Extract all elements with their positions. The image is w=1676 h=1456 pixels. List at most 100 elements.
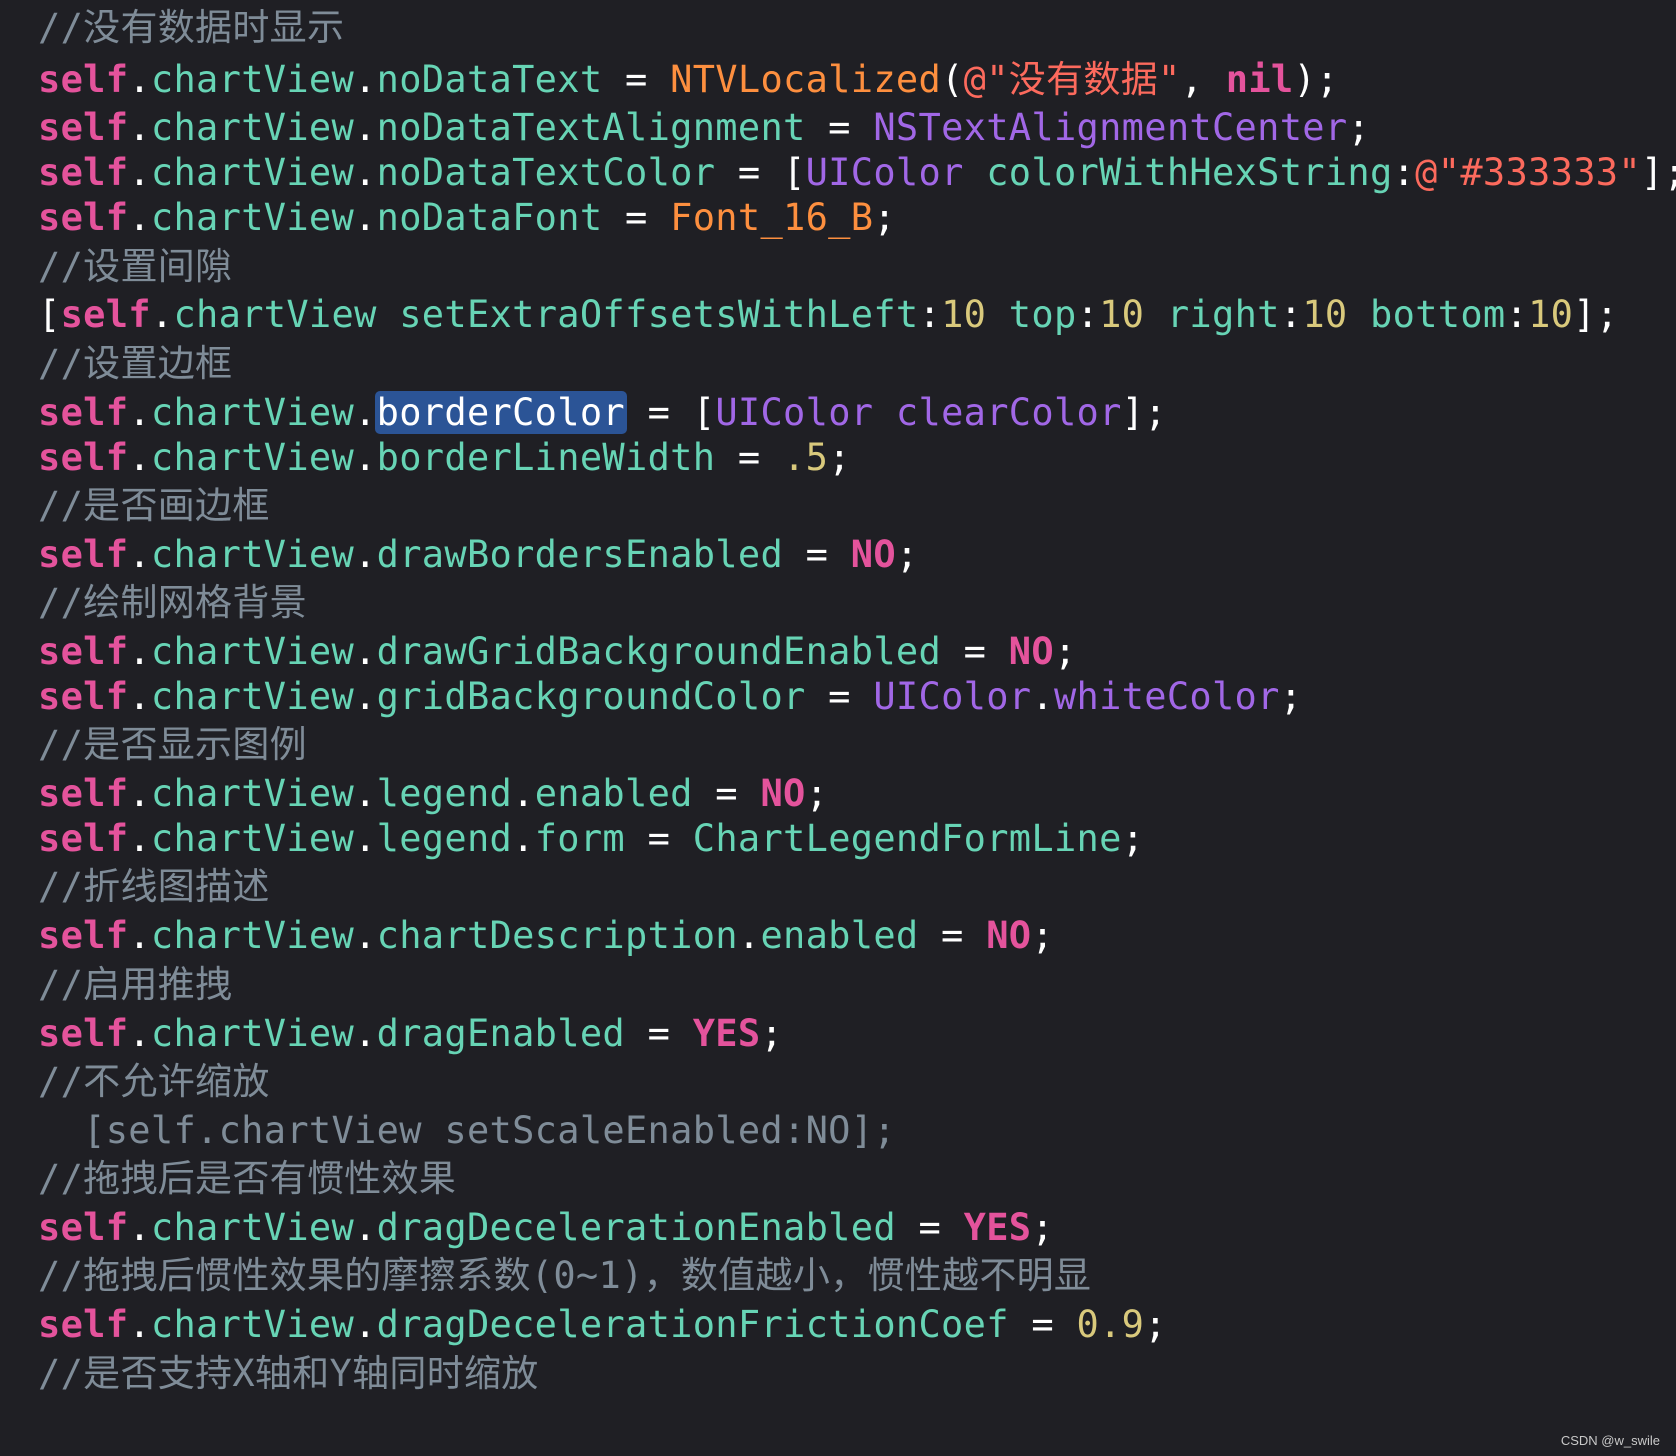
code-line[interactable]: self.chartView.borderLineWidth = .5; <box>38 433 851 483</box>
code-token: noDataFont <box>376 196 603 239</box>
code-token: enabled <box>534 772 693 815</box>
code-token: NO <box>760 772 806 815</box>
code-token: right <box>1166 293 1280 336</box>
code-line[interactable]: //设置间隙 <box>38 242 232 292</box>
code-line[interactable]: //是否画边框 <box>38 481 270 531</box>
code-line[interactable]: self.chartView.noDataText = NTVLocalized… <box>38 55 1339 105</box>
code-line[interactable]: //是否显示图例 <box>38 720 307 770</box>
code-token: chartView <box>150 914 355 957</box>
code-token: . <box>150 293 174 336</box>
code-line[interactable]: self.chartView.chartDescription.enabled … <box>38 911 1054 961</box>
code-token: ; <box>1031 1206 1054 1249</box>
code-line[interactable]: //拖拽后是否有惯性效果 <box>38 1154 456 1204</box>
code-token: = [ <box>625 391 716 434</box>
code-token: . <box>128 914 151 957</box>
code-token: colorWithHexString <box>986 151 1393 194</box>
code-line[interactable]: //绘制网格背景 <box>38 578 307 628</box>
code-token: noDataText <box>376 58 603 101</box>
code-token: //不允许缩放 <box>38 1060 270 1103</box>
code-line[interactable]: self.chartView.noDataTextAlignment = NST… <box>38 103 1370 153</box>
code-token: NO <box>986 914 1032 957</box>
code-line[interactable]: [self.chartView setExtraOffsetsWithLeft:… <box>38 290 1618 340</box>
code-token: . <box>512 772 535 815</box>
code-token: //折线图描述 <box>38 865 270 908</box>
code-line[interactable]: self.chartView.drawBordersEnabled = NO; <box>38 530 919 580</box>
code-token: self <box>38 914 129 957</box>
code-token: self <box>38 106 129 149</box>
code-line[interactable]: self.chartView.legend.enabled = NO; <box>38 769 828 819</box>
code-token: . <box>354 630 377 673</box>
code-line[interactable]: //是否支持X轴和Y轴同时缩放 <box>38 1349 539 1399</box>
code-line[interactable]: self.chartView.legend.form = ChartLegend… <box>38 814 1144 864</box>
code-token: chartView <box>150 533 355 576</box>
code-token: chartView <box>150 772 355 815</box>
code-token: whiteColor <box>1053 675 1280 718</box>
code-token: //绘制网格背景 <box>38 581 307 624</box>
code-token: noDataTextAlignment <box>376 106 806 149</box>
code-token: : <box>1279 293 1303 336</box>
code-token: . <box>354 1012 377 1055</box>
code-token: [ <box>38 293 61 336</box>
code-line[interactable]: self.chartView.dragDecelerationEnabled =… <box>38 1203 1054 1253</box>
code-token: self <box>38 151 129 194</box>
code-token: chartView <box>150 1206 355 1249</box>
code-token: self <box>38 675 129 718</box>
code-token: drawGridBackgroundEnabled <box>376 630 942 673</box>
code-token: @"#333333" <box>1415 151 1641 194</box>
code-token: NTVLocalized <box>670 58 942 101</box>
code-token: legend <box>376 817 513 860</box>
code-line[interactable]: //设置边框 <box>38 339 232 389</box>
code-token: ; <box>1144 1303 1167 1346</box>
code-token: //是否显示图例 <box>38 723 307 766</box>
code-token: , <box>1180 58 1226 101</box>
code-token: . <box>737 914 761 957</box>
code-token: Font_16_B <box>670 196 874 239</box>
code-line[interactable]: [self.chartView setScaleEnabled:NO]; <box>38 1106 896 1156</box>
code-line[interactable]: //折线图描述 <box>38 862 270 912</box>
code-line[interactable]: //启用推拽 <box>38 960 232 1010</box>
code-token: chartView <box>150 151 355 194</box>
code-line[interactable]: //没有数据时显示 <box>38 3 344 53</box>
code-token: enabled <box>760 914 919 957</box>
code-token: //拖拽后是否有惯性效果 <box>38 1157 457 1200</box>
code-token: ; <box>805 772 829 815</box>
code-line[interactable]: self.chartView.dragDecelerationFrictionC… <box>38 1300 1167 1350</box>
code-line[interactable]: //拖拽后惯性效果的摩擦系数(0~1)，数值越小，惯性越不明显 <box>38 1251 1091 1301</box>
code-line[interactable]: self.chartView.noDataTextColor = [UIColo… <box>38 148 1676 198</box>
code-token: = <box>625 1012 693 1055</box>
code-token: self <box>38 533 129 576</box>
selected-token: borderColor <box>374 391 627 434</box>
code-token: self <box>38 630 129 673</box>
code-line[interactable]: self.chartView.borderColor = [UIColor cl… <box>38 388 1167 438</box>
code-token: . <box>354 914 377 957</box>
code-token: = <box>625 817 693 860</box>
code-line[interactable]: self.chartView.gridBackgroundColor = UIC… <box>38 672 1302 722</box>
code-token: . <box>128 151 151 194</box>
code-token: . <box>354 817 377 860</box>
code-editor[interactable]: //没有数据时显示 self.chartView.noDataText = NTV… <box>0 0 1676 1456</box>
code-line[interactable]: self.chartView.dragEnabled = YES; <box>38 1009 783 1059</box>
code-token: ; <box>1031 914 1054 957</box>
code-token: YES <box>963 1206 1032 1249</box>
code-token: chartView <box>150 391 355 434</box>
code-token: bottom <box>1370 293 1506 336</box>
code-token: ; <box>1053 630 1077 673</box>
code-line[interactable]: //不允许缩放 <box>38 1057 270 1107</box>
code-token: = <box>715 436 784 479</box>
code-token: //设置间隙 <box>38 245 233 288</box>
code-token: . <box>128 1303 151 1346</box>
code-token: ; <box>895 533 919 576</box>
code-token: = <box>1008 1303 1077 1346</box>
code-token: ]; <box>1573 293 1619 336</box>
code-line[interactable]: self.chartView.noDataFont = Font_16_B; <box>38 193 896 243</box>
code-line[interactable]: self.chartView.drawGridBackgroundEnabled… <box>38 627 1077 677</box>
code-token: drawBordersEnabled <box>376 533 784 576</box>
code-token: chartView <box>173 293 377 336</box>
code-token: chartView <box>150 196 355 239</box>
code-token: . <box>354 151 377 194</box>
code-token: : <box>1505 293 1529 336</box>
code-token: 10 <box>1302 293 1348 336</box>
